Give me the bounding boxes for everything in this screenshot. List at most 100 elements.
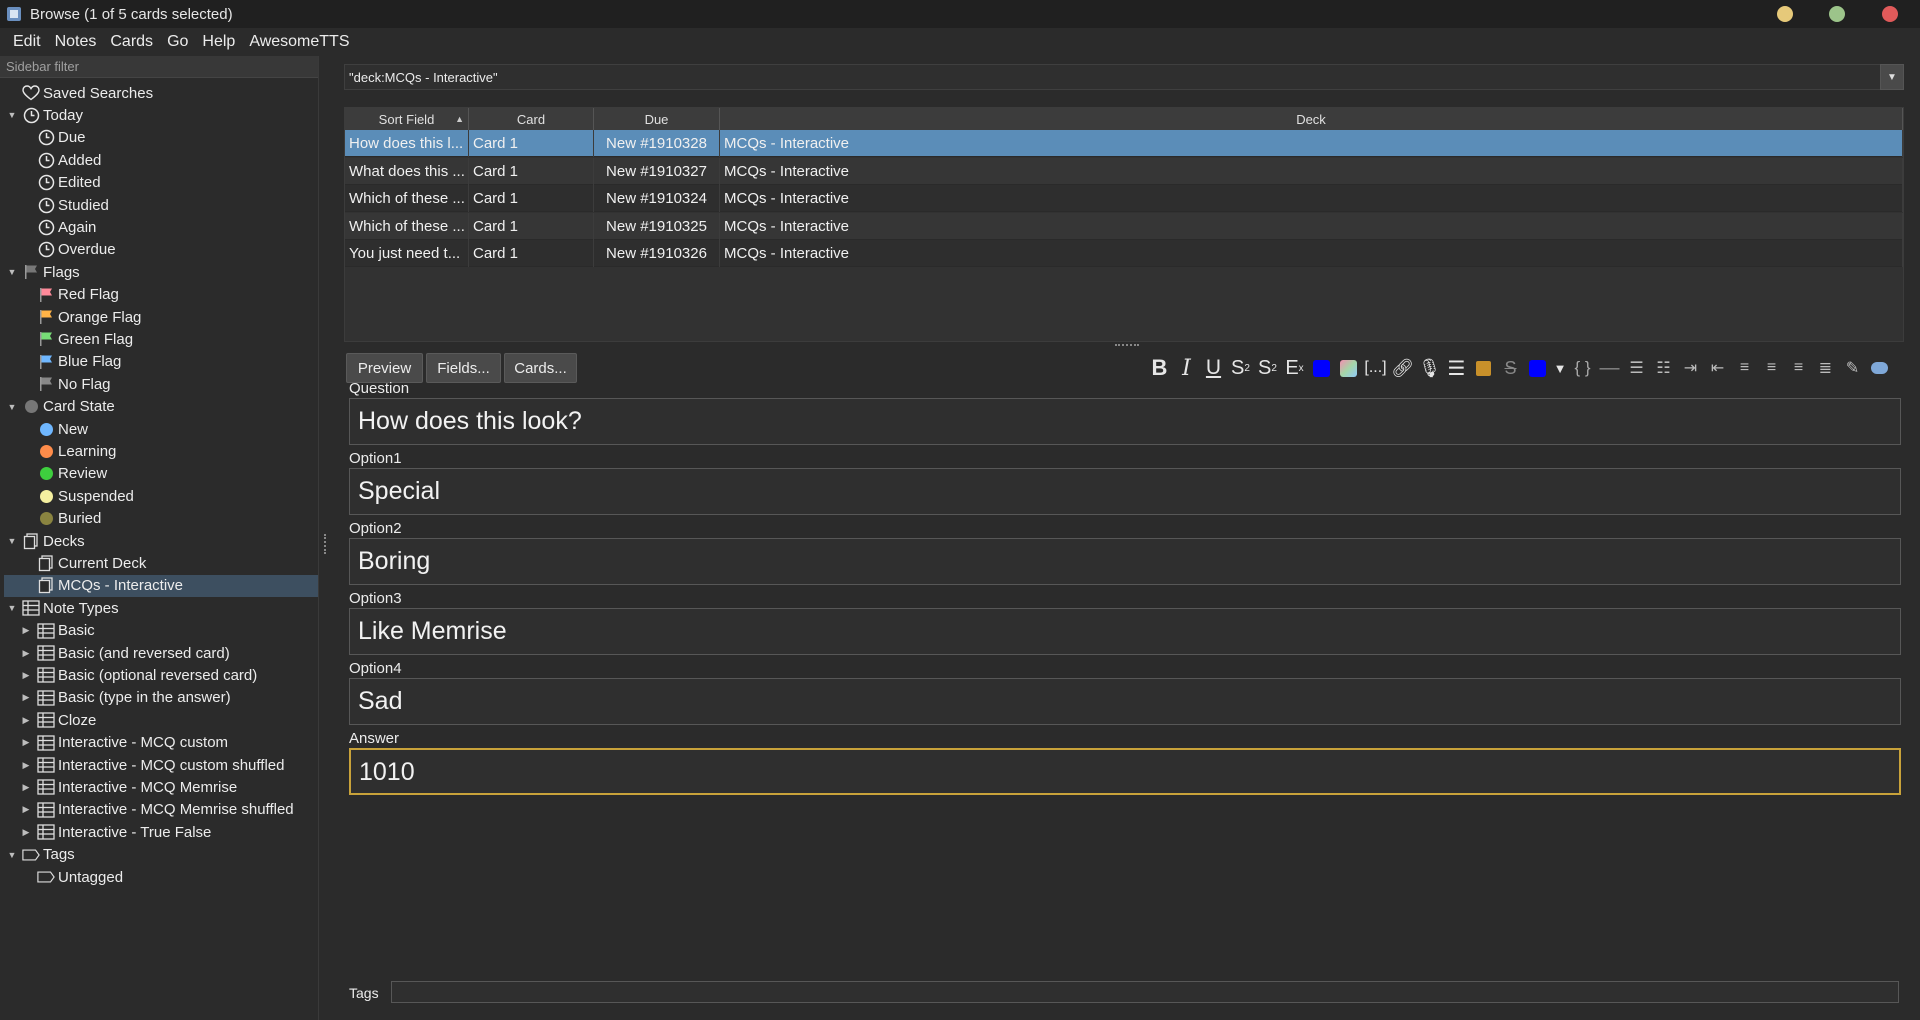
sidebar-item-red-flag[interactable]: Red Flag: [4, 284, 318, 306]
minimize-button[interactable]: [1777, 6, 1793, 22]
column-header-due[interactable]: Due: [594, 108, 720, 130]
strikethrough-icon[interactable]: S: [1497, 355, 1524, 381]
field-input-option4[interactable]: Sad: [349, 678, 1901, 725]
superscript-icon[interactable]: S2: [1227, 355, 1254, 381]
sidebar-item-decks[interactable]: ▼ Decks: [4, 530, 318, 552]
collapse-arrow-icon[interactable]: ▶: [20, 826, 32, 838]
sidebar-item-review[interactable]: Review: [4, 463, 318, 485]
text-color-icon[interactable]: [1308, 355, 1335, 381]
sidebar-item-notetype-basic-optional-reversed-card-[interactable]: ▶ Basic (optional reversed card): [4, 664, 318, 686]
collapse-arrow-icon[interactable]: ▶: [20, 669, 32, 681]
collapse-arrow-icon[interactable]: ▶: [20, 804, 32, 816]
sidebar-item-notetype-interactive-mcq-custom[interactable]: ▶ Interactive - MCQ custom: [4, 732, 318, 754]
field-input-option2[interactable]: Boring: [349, 538, 1901, 585]
italic-icon[interactable]: I: [1173, 355, 1200, 381]
align-center-icon[interactable]: ≡: [1731, 355, 1758, 381]
sidebar-item-notetype-cloze[interactable]: ▶ Cloze: [4, 709, 318, 731]
field-input-option3[interactable]: Like Memrise: [349, 608, 1901, 655]
cards-button[interactable]: Cards...: [504, 353, 577, 383]
sidebar-item-notetype-basic-type-in-the-answer-[interactable]: ▶ Basic (type in the answer): [4, 687, 318, 709]
maximize-button[interactable]: [1829, 6, 1845, 22]
expand-arrow-icon[interactable]: ▼: [6, 535, 18, 547]
tags-input[interactable]: [391, 981, 1899, 1003]
horizontal-rule-icon[interactable]: —: [1596, 355, 1623, 381]
highlight-color-icon[interactable]: [1335, 355, 1362, 381]
fields-button[interactable]: Fields...: [426, 353, 501, 383]
collapse-arrow-icon[interactable]: ▶: [20, 714, 32, 726]
menu-awesometts[interactable]: AwesomeTTS: [242, 33, 356, 51]
field-input-question[interactable]: How does this look?: [349, 398, 1901, 445]
search-input[interactable]: "deck:MCQs - Interactive": [344, 64, 1904, 90]
collapse-arrow-icon[interactable]: ▶: [20, 692, 32, 704]
expand-arrow-icon[interactable]: ▼: [6, 602, 18, 614]
expand-arrow-icon[interactable]: ▼: [6, 401, 18, 413]
align-justify-icon[interactable]: ≣: [1812, 355, 1839, 381]
sidebar-item-untagged[interactable]: Untagged: [4, 866, 318, 888]
sidebar-item-new[interactable]: New: [4, 418, 318, 440]
sidebar-item-again[interactable]: Again: [4, 216, 318, 238]
close-button[interactable]: [1882, 6, 1898, 22]
sidebar-item-no-flag[interactable]: No Flag: [4, 373, 318, 395]
sidebar-item-today[interactable]: ▼ Today: [4, 104, 318, 126]
sidebar-item-buried[interactable]: Buried: [4, 508, 318, 530]
attach-icon[interactable]: 🔗︎: [1389, 355, 1416, 381]
sidebar-item-due[interactable]: Due: [4, 127, 318, 149]
menu-edit[interactable]: Edit: [6, 33, 48, 51]
column-header-deck[interactable]: Deck: [720, 108, 1903, 130]
sidebar-item-notetype-interactive-mcq-memrise[interactable]: ▶ Interactive - MCQ Memrise: [4, 776, 318, 798]
sidebar-item-blue-flag[interactable]: Blue Flag: [4, 351, 318, 373]
sidebar-item-notetype-basic[interactable]: ▶ Basic: [4, 620, 318, 642]
clear-formatting-icon[interactable]: Ex: [1281, 355, 1308, 381]
sidebar-item-notetype-interactive-mcq-custom-shuffled[interactable]: ▶ Interactive - MCQ custom shuffled: [4, 754, 318, 776]
sidebar-filter-input[interactable]: Sidebar filter: [0, 56, 318, 78]
sidebar-item-suspended[interactable]: Suspended: [4, 485, 318, 507]
collapse-arrow-icon[interactable]: ▶: [20, 647, 32, 659]
align-left-icon[interactable]: ≡: [1758, 355, 1785, 381]
more-icon[interactable]: ☰: [1443, 355, 1470, 381]
table-row[interactable]: You just need t... Card 1 New #1910326 MCQs…: [345, 240, 1903, 267]
bold-icon[interactable]: B: [1146, 355, 1173, 381]
expand-arrow-icon[interactable]: ▼: [6, 109, 18, 121]
sidebar-item-edited[interactable]: Edited: [4, 172, 318, 194]
sidebar-item-green-flag[interactable]: Green Flag: [4, 328, 318, 350]
sidebar-item-tags[interactable]: ▼ Tags: [4, 844, 318, 866]
collapse-arrow-icon[interactable]: ▶: [20, 625, 32, 637]
table-row[interactable]: How does this l... Card 1 New #1910328 MCQs…: [345, 130, 1903, 157]
chevron-down-icon[interactable]: ▼: [1551, 355, 1569, 381]
collapse-arrow-icon[interactable]: ▶: [20, 781, 32, 793]
awesometts-icon[interactable]: [1470, 355, 1497, 381]
sidebar-item-deck-current-deck[interactable]: Current Deck: [4, 552, 318, 574]
sidebar-item-added[interactable]: Added: [4, 149, 318, 171]
collapse-arrow-icon[interactable]: ▶: [20, 737, 32, 749]
expand-arrow-icon[interactable]: ▼: [6, 849, 18, 861]
sidebar-item-flags[interactable]: ▼ Flags: [4, 261, 318, 283]
menu-go[interactable]: Go: [160, 33, 195, 51]
sidebar-item-notetype-basic-and-reversed-card-[interactable]: ▶ Basic (and reversed card): [4, 642, 318, 664]
unordered-list-icon[interactable]: ☰: [1623, 355, 1650, 381]
record-audio-icon[interactable]: 🎙︎: [1416, 355, 1443, 381]
font-color-picker-icon[interactable]: [1524, 355, 1551, 381]
menu-notes[interactable]: Notes: [48, 33, 104, 51]
sidebar-item-notetype-interactive-true-false[interactable]: ▶ Interactive - True False: [4, 821, 318, 843]
sidebar-item-deck-mcqs-interactive[interactable]: MCQs - Interactive: [4, 574, 318, 597]
sidebar-item-note-types[interactable]: ▼ Note Types: [4, 597, 318, 619]
sidebar-item-card-state[interactable]: ▼ Card State: [4, 396, 318, 418]
menu-cards[interactable]: Cards: [103, 33, 160, 51]
outdent-icon[interactable]: ⇤: [1704, 355, 1731, 381]
sidebar-item-saved-searches[interactable]: Saved Searches: [4, 82, 318, 104]
underline-icon[interactable]: U: [1200, 355, 1227, 381]
html-editor-icon[interactable]: ✎: [1839, 355, 1866, 381]
blueprint-icon[interactable]: [1866, 355, 1893, 381]
column-header-card[interactable]: Card: [469, 108, 594, 130]
preview-button[interactable]: Preview: [346, 353, 423, 383]
subscript-icon[interactable]: S2: [1254, 355, 1281, 381]
table-row[interactable]: Which of these ... Card 1 New #1910324 MCQs…: [345, 185, 1903, 212]
column-header-sort-field[interactable]: Sort Field ▲: [345, 108, 469, 130]
table-row[interactable]: What does this ... Card 1 New #1910327 MCQs…: [345, 157, 1903, 185]
search-history-dropdown-button[interactable]: ▼: [1880, 64, 1904, 90]
sidebar-item-studied[interactable]: Studied: [4, 194, 318, 216]
table-row[interactable]: Which of these ... Card 1 New #1910325 MCQs…: [345, 212, 1903, 240]
menu-help[interactable]: Help: [195, 33, 242, 51]
sidebar-item-notetype-interactive-mcq-memrise-shuffled[interactable]: ▶ Interactive - MCQ Memrise shuffled: [4, 799, 318, 821]
editor-splitter-handle[interactable]: [1115, 344, 1139, 347]
